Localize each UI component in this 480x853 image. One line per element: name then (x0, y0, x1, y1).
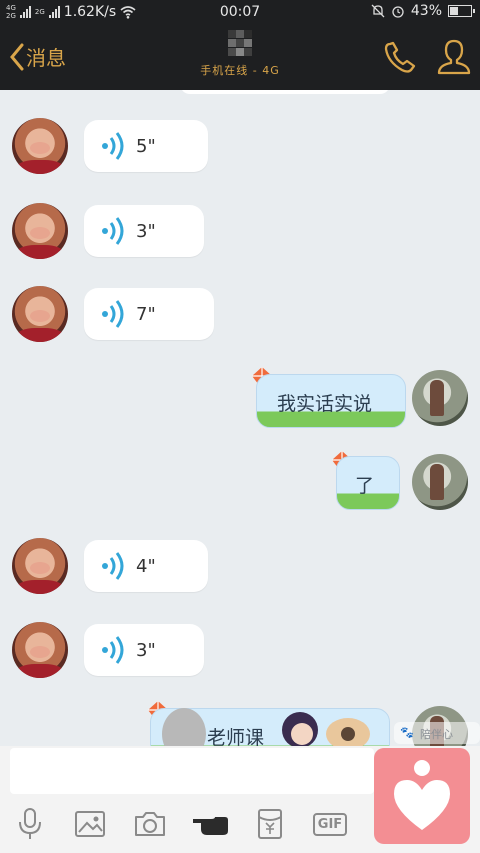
camera-icon (135, 812, 165, 836)
camera-button[interactable] (130, 804, 170, 844)
voice-input-button[interactable] (10, 804, 50, 844)
chat-header: 消息 手机在线 - 4G (0, 26, 480, 90)
message-text: 了 (355, 475, 375, 497)
battery-icon (448, 5, 475, 17)
photo-button[interactable] (70, 804, 110, 844)
message-list[interactable]: 5" 3" 7" 我实话实说 了 4" 3" 老师课 (0, 90, 480, 746)
voice-duration: 4" (136, 556, 156, 577)
image-icon (75, 811, 105, 837)
voice-duration: 3" (136, 221, 156, 242)
voice-message[interactable]: 3" (84, 205, 204, 257)
red-packet-button[interactable] (250, 804, 290, 844)
sticker-overlay (162, 708, 370, 750)
my-avatar[interactable] (412, 454, 468, 510)
voice-message[interactable]: 7" (84, 288, 214, 340)
voice-duration: 7" (136, 304, 156, 325)
voice-duration: 3" (136, 640, 156, 661)
voice-message[interactable]: 5" (84, 120, 208, 172)
heart-icon (394, 760, 450, 830)
alarm-icon (392, 6, 404, 18)
voice-message[interactable]: 4" (84, 540, 208, 592)
message-input[interactable] (10, 748, 374, 794)
status-bar: 4G 2G 2G 1.62K/s 00:07 43% (0, 0, 480, 26)
previous-message-bubble (180, 90, 390, 94)
text-message-bubble[interactable]: 我实话实说 (256, 374, 406, 428)
watermark: 🐾 陪伴心 (394, 722, 480, 744)
microphone-icon (19, 808, 41, 839)
voice-wave-icon (102, 552, 124, 580)
gif-label: GIF (312, 812, 348, 836)
voice-message[interactable]: 3" (84, 624, 204, 676)
voice-wave-icon (102, 636, 124, 664)
floating-heart-button[interactable] (374, 748, 470, 844)
phone-call-icon[interactable] (382, 40, 418, 76)
gif-button[interactable]: GIF (310, 804, 350, 844)
sender-avatar[interactable] (12, 118, 68, 174)
text-message-bubble[interactable]: 了 (336, 456, 400, 510)
voice-duration: 5" (136, 136, 156, 157)
silent-bell-icon (371, 4, 385, 18)
voice-wave-icon (102, 300, 124, 328)
message-text: 我实话实说 (277, 393, 373, 415)
hand-gesture-button[interactable] (190, 804, 230, 844)
sender-avatar[interactable] (12, 622, 68, 678)
paw-icon: 🐾 (400, 726, 414, 739)
voice-wave-icon (102, 217, 124, 245)
sender-avatar[interactable] (12, 203, 68, 259)
contact-profile-icon[interactable] (436, 38, 472, 76)
my-avatar[interactable] (412, 370, 468, 426)
red-packet-icon (258, 809, 282, 839)
sender-avatar[interactable] (12, 286, 68, 342)
pointing-hand-icon (193, 817, 228, 835)
battery-percent: 43% (410, 3, 442, 19)
contact-name-mosaic (228, 30, 252, 56)
voice-wave-icon (102, 132, 124, 160)
sender-avatar[interactable] (12, 538, 68, 594)
